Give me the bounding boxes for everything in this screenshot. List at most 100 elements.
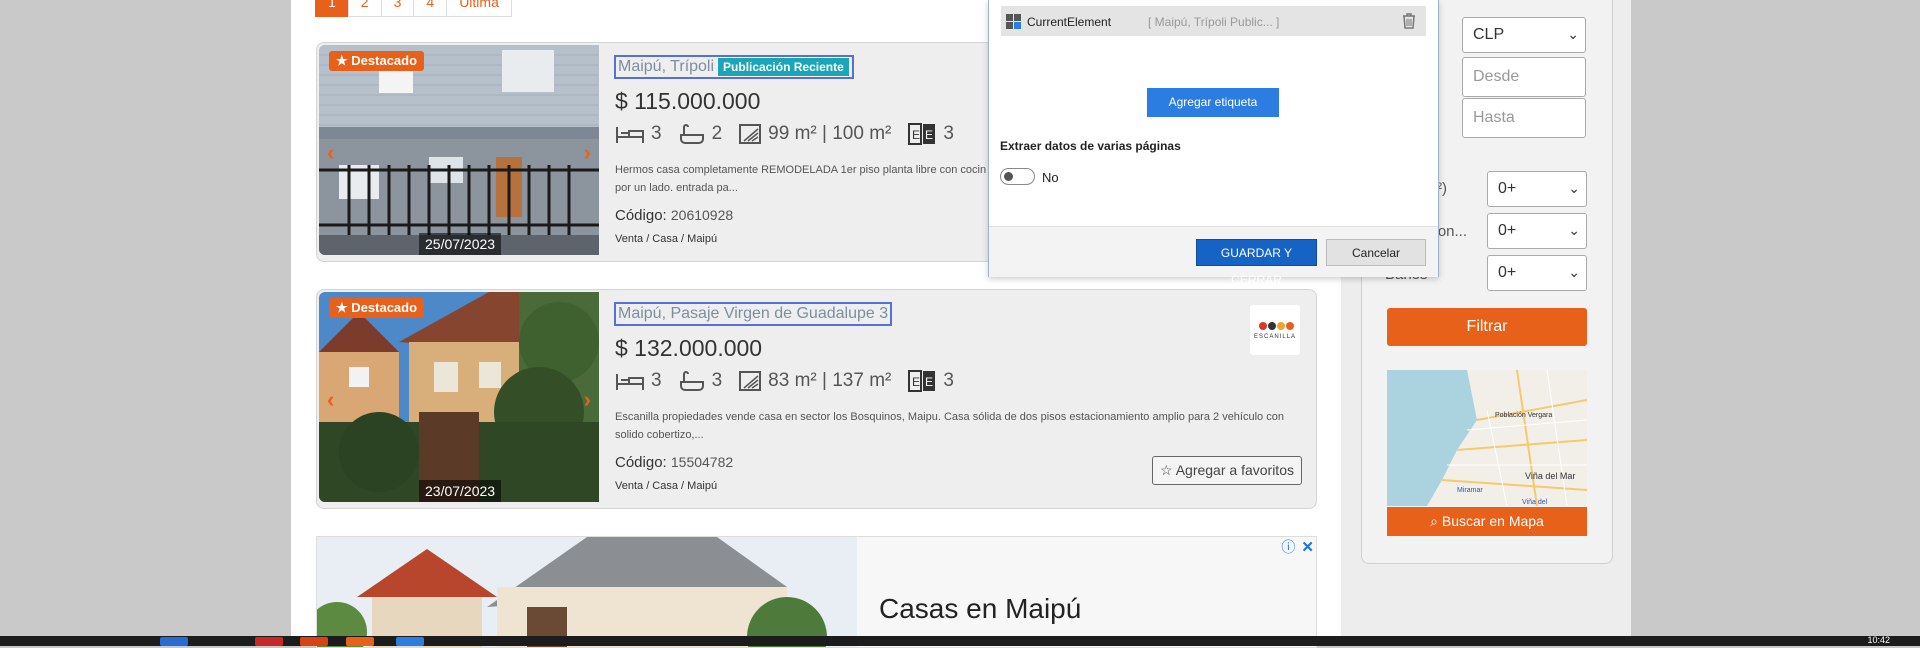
page-link-2[interactable]: 2 (347, 0, 382, 17)
search-map-button[interactable]: ⌕ Buscar en Mapa (1387, 507, 1587, 536)
parking-count: 3 (943, 370, 954, 391)
ad-image (317, 537, 857, 647)
currency-select[interactable]: CLP ⌄ (1462, 17, 1586, 53)
prev-photo-arrow-icon[interactable]: ‹ (327, 140, 334, 166)
featured-badge: ★ Destacado (329, 298, 425, 318)
search-icon: ⌕ (1430, 513, 1438, 529)
parking-count: 3 (943, 123, 954, 144)
bed-icon (616, 127, 644, 143)
listing-features: 3 3 83 m² | 137 m² EE3 (615, 370, 970, 392)
area-value: 99 m² | 100 m² (768, 123, 892, 144)
bedrooms-count: 3 (651, 123, 662, 144)
toggle-knob (1004, 171, 1013, 181)
multi-page-label: Extraer datos de varias páginas (1000, 139, 1181, 153)
agency-logo[interactable]: ESCANILLA (1250, 305, 1300, 355)
chevron-down-icon: ⌄ (1568, 180, 1580, 196)
parking-select[interactable]: 0+ ⌄ (1487, 213, 1587, 249)
map-image: Población Vergara Viña del Mar Miramar V… (1387, 370, 1587, 506)
parking-icon: EE (908, 123, 936, 145)
taskbar-app-icon[interactable] (300, 637, 328, 646)
chevron-down-icon: ⌄ (1568, 222, 1580, 238)
listing-photo[interactable]: ★ Destacado ‹ › 25/07/2023 (319, 45, 599, 255)
extraction-dialog: CurrentElement [ Maipú, Trípoli Public..… (988, 0, 1439, 287)
map-label: Miramar (1457, 487, 1483, 494)
svg-text:E: E (912, 128, 920, 142)
chevron-down-icon: ⌄ (1568, 264, 1580, 280)
page-link-3[interactable]: 3 (380, 0, 415, 17)
next-photo-arrow-icon[interactable]: › (584, 140, 591, 166)
house-photo (319, 292, 599, 502)
add-label-button[interactable]: Agregar etiqueta (1147, 88, 1279, 117)
ad-info-controls[interactable]: ⓘ ✕ (1281, 537, 1314, 557)
taskbar-app-icon[interactable] (396, 637, 424, 646)
listing-features: 3 2 99 m² | 100 m² EE3 (615, 123, 970, 145)
bedrooms-count: 3 (651, 370, 662, 391)
grid-icon (1006, 14, 1021, 29)
ad-headline: Casas en Maipú (879, 593, 1082, 624)
svg-text:E: E (912, 375, 920, 389)
agency-name: ESCANILLA (1253, 334, 1296, 340)
area-value: 83 m² | 137 m² (768, 370, 892, 391)
listing-description: Escanilla propiedades vende casa en sect… (615, 411, 1284, 441)
featured-badge: ★ Destacado (329, 51, 425, 71)
listing-breadcrumb: Venta / Casa / Maipú (615, 233, 718, 245)
area-icon (739, 124, 762, 144)
map-label: Población Vergara (1495, 412, 1552, 419)
cancel-button[interactable]: Cancelar (1326, 239, 1426, 266)
save-and-close-button[interactable]: GUARDAR Y CERRAR (1196, 239, 1317, 287)
star-icon: ☆ (1160, 462, 1173, 478)
bathtub-icon (679, 371, 704, 391)
area-icon (739, 371, 762, 391)
page-link-last[interactable]: Última (446, 0, 512, 17)
element-name: CurrentElement (1027, 15, 1112, 29)
svg-text:E: E (925, 128, 933, 142)
element-preview: [ Maipú, Trípoli Public... ] (1148, 15, 1280, 29)
photo-date: 25/07/2023 (419, 233, 502, 255)
house-photo (319, 45, 599, 255)
price-to-input[interactable]: Hasta (1462, 98, 1586, 138)
filter-button[interactable]: Filtrar (1387, 308, 1587, 346)
listing-breadcrumb: Venta / Casa / Maipú (615, 480, 718, 492)
prev-photo-arrow-icon[interactable]: ‹ (327, 387, 334, 413)
surface-select[interactable]: 0+ ⌄ (1487, 171, 1587, 207)
taskbar: 10:42 (0, 636, 1920, 646)
bathrooms-count: 2 (711, 123, 723, 144)
listing-code: Código: 20610928 (615, 207, 734, 224)
listing-title[interactable]: Maipú, Trípoli Publicación Reciente (614, 55, 854, 79)
bathrooms-count: 3 (711, 370, 723, 391)
toggle-label: No (1042, 170, 1059, 185)
bathtub-icon (679, 124, 704, 144)
taskbar-app-icon[interactable] (346, 637, 374, 646)
listing-price: $ 132.000.000 (615, 335, 763, 361)
recent-badge: Publicación Reciente (717, 57, 850, 77)
page-link-1[interactable]: 1 (315, 0, 349, 17)
map-thumbnail[interactable]: Población Vergara Viña del Mar Miramar V… (1387, 370, 1587, 506)
next-photo-arrow-icon[interactable]: › (584, 387, 591, 413)
add-to-favorites-button[interactable]: ☆ Agregar a favoritos (1152, 456, 1302, 485)
dialog-footer: GUARDAR Y CERRAR Cancelar (989, 226, 1438, 287)
chevron-down-icon: ⌄ (1567, 26, 1579, 42)
taskbar-clock[interactable]: 10:42 (1867, 636, 1890, 645)
bathrooms-select[interactable]: 0+ ⌄ (1487, 255, 1587, 291)
listing-card[interactable]: ★ Destacado ‹ › 23/07/2023 Maipú, Pasaje… (316, 289, 1317, 509)
listing-code: Código: 15504782 (615, 454, 734, 471)
ad-info-icon[interactable]: ⓘ (1281, 537, 1295, 557)
photo-date: 23/07/2023 (419, 480, 502, 502)
map-label: Viña del Mar (1525, 471, 1575, 481)
listing-title[interactable]: Maipú, Pasaje Virgen de Guadalupe 3 (614, 302, 893, 326)
advertisement[interactable]: Casas en Maipú ⓘ ✕ (316, 536, 1317, 648)
ad-close-icon[interactable]: ✕ (1301, 538, 1314, 556)
agency-logo-dots (1259, 322, 1294, 330)
taskbar-app-icon[interactable] (160, 637, 188, 646)
pagination: 1 2 3 4 Última (315, 0, 512, 17)
map-label: Viña del (1522, 499, 1548, 506)
taskbar-app-icon[interactable] (255, 637, 283, 646)
page-link-4[interactable]: 4 (413, 0, 448, 17)
bed-icon (616, 374, 644, 390)
price-from-input[interactable]: Desde (1462, 57, 1586, 97)
listing-photo[interactable]: ★ Destacado ‹ › 23/07/2023 (319, 292, 599, 502)
trash-icon[interactable] (1402, 13, 1416, 29)
listing-price: $ 115.000.000 (615, 88, 761, 114)
multi-page-toggle[interactable] (1000, 168, 1035, 185)
element-row[interactable]: CurrentElement [ Maipú, Trípoli Public..… (1001, 6, 1426, 36)
